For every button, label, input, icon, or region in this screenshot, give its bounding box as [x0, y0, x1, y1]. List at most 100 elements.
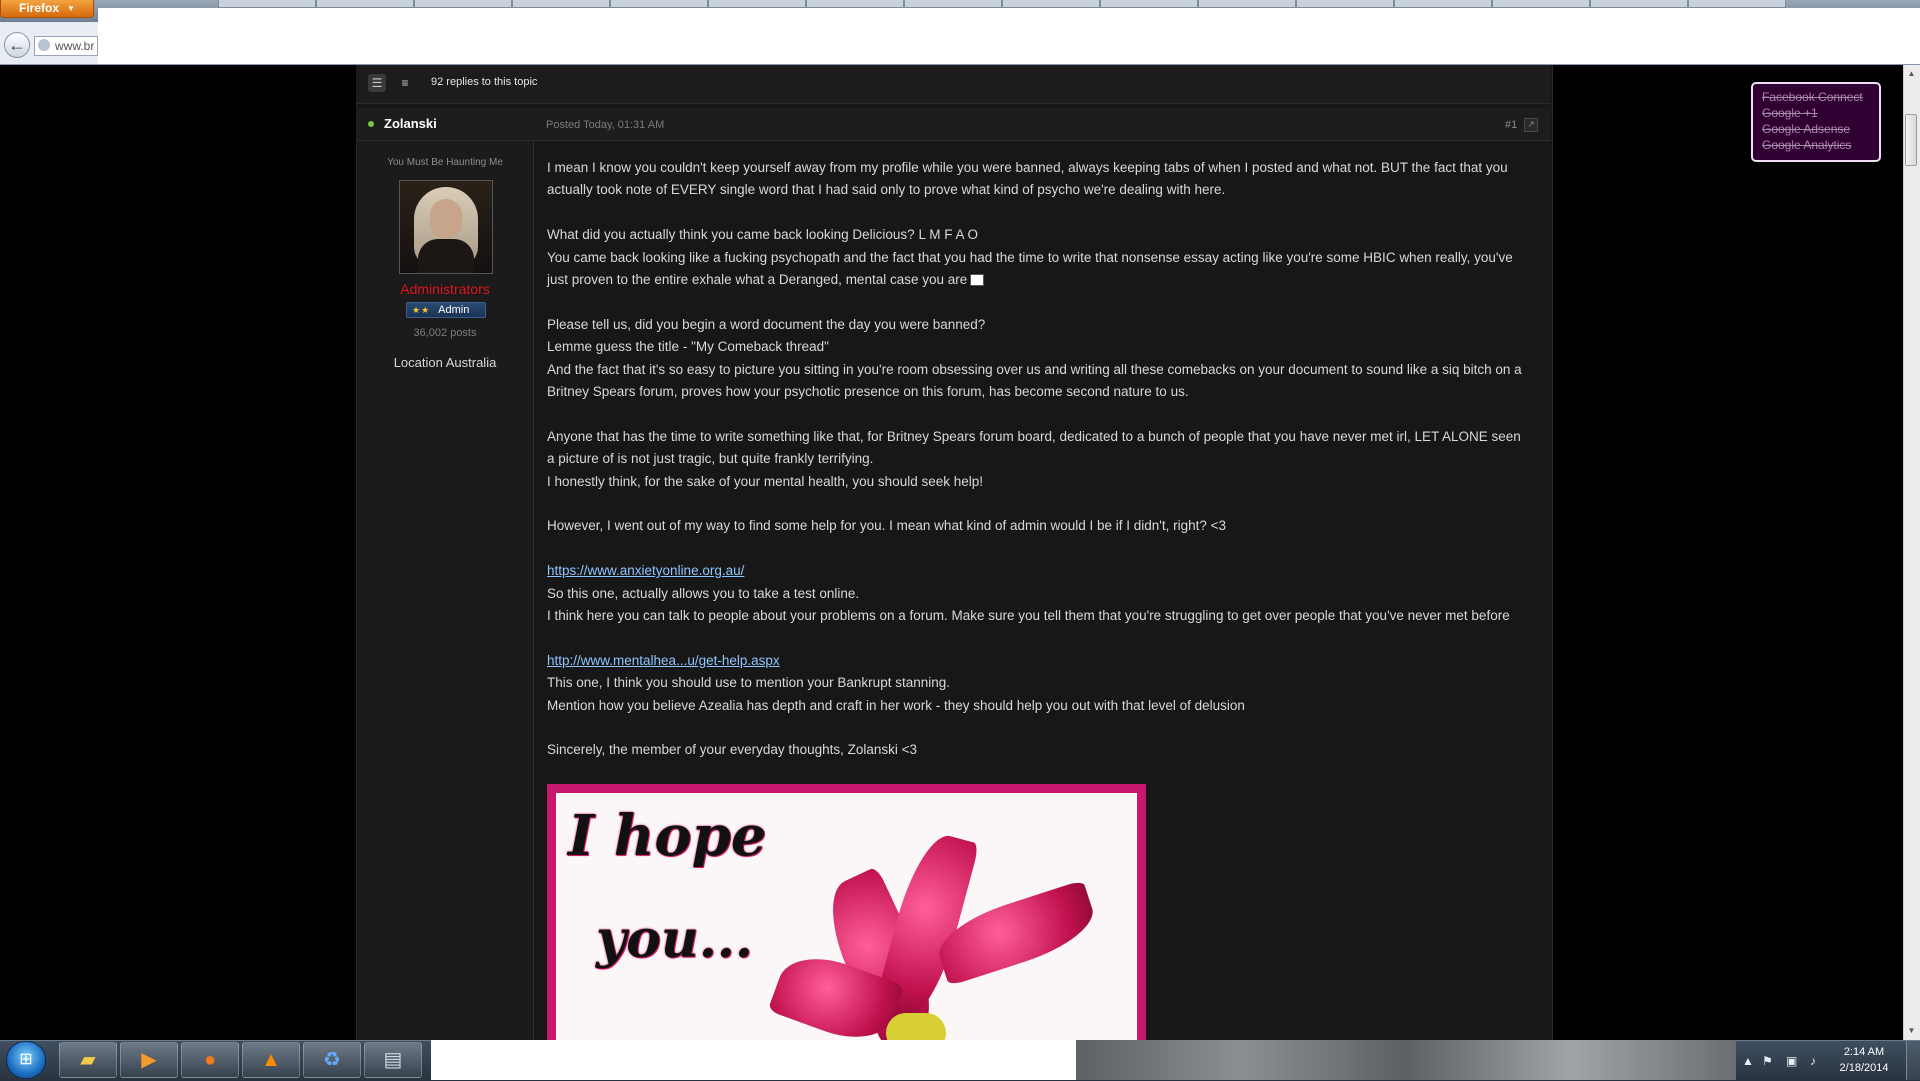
star-icon: ★★: [412, 305, 431, 315]
threaded-view-icon[interactable]: ☰: [368, 74, 386, 92]
blocked-tracker-item[interactable]: Facebook Connect: [1762, 89, 1879, 105]
browser-tab[interactable]: [1100, 0, 1198, 8]
online-status-icon: [368, 121, 374, 127]
post-body: I mean I know you couldn't keep yourself…: [547, 157, 1527, 762]
back-arrow-icon: ←: [8, 35, 26, 55]
scrollbar-thumb[interactable]: [1905, 114, 1917, 166]
taskbar-background-image: [1076, 1040, 1736, 1080]
browser-tab[interactable]: [1688, 0, 1786, 8]
vlc-cone-icon: ▲: [261, 1049, 281, 1071]
post-paragraph: http://www.mentalhea...u/get-help.aspx: [547, 650, 1527, 672]
member-title: You Must Be Haunting Me: [387, 157, 503, 168]
browser-tab[interactable]: [316, 0, 414, 8]
scroll-down-icon[interactable]: ▼: [1904, 1022, 1919, 1039]
post-header: [356, 108, 1551, 141]
overlay-white-region: [98, 8, 1920, 64]
tray-overflow-icon[interactable]: ▲: [1742, 1054, 1754, 1068]
post-paragraph: This one, I think you should use to ment…: [547, 675, 950, 691]
post-timestamp: Posted Today, 01:31 AM: [546, 119, 665, 131]
firefox-menu-button[interactable]: Firefox ▼: [0, 0, 94, 18]
start-button[interactable]: ⊞: [6, 1041, 46, 1079]
post-paragraph: Sincerely, the member of your everyday t…: [547, 742, 918, 758]
post-paragraph: You came back looking like a fucking psy…: [547, 247, 1527, 292]
taskbar-app[interactable]: ▤: [364, 1042, 422, 1078]
post-count: 36,002 posts: [413, 327, 477, 339]
windows-logo-icon: ⊞: [19, 1051, 33, 1068]
volume-icon[interactable]: ♪: [1810, 1054, 1816, 1068]
admin-badge: ★★ Admin: [406, 302, 486, 318]
avatar[interactable]: [399, 180, 493, 274]
recycle-icon: ♻: [323, 1049, 341, 1071]
show-desktop-button[interactable]: [1906, 1041, 1920, 1080]
browser-tab[interactable]: [414, 0, 512, 8]
taskbar-firefox[interactable]: ●: [181, 1042, 239, 1078]
taskbar-file-explorer[interactable]: ▰: [59, 1042, 117, 1078]
post-paragraph: https://www.anxietyonline.org.au/: [547, 560, 1527, 582]
taskbar-vlc[interactable]: ▲: [242, 1042, 300, 1078]
post-paragraph: Lemme guess the title - "My Comeback thr…: [547, 339, 829, 355]
scroll-up-icon[interactable]: ▲: [1904, 65, 1919, 82]
sidebar-divider: [533, 141, 534, 1040]
firefox-menu-label: Firefox: [19, 1, 60, 15]
network-icon[interactable]: ▣: [1786, 1054, 1797, 1068]
media-player-icon: ▶: [141, 1049, 157, 1071]
author-sidebar: [358, 141, 532, 1040]
browser-tab[interactable]: [1590, 0, 1688, 8]
post-paragraph: I mean I know you couldn't keep yourself…: [547, 160, 1508, 198]
post-author-link[interactable]: Zolanski: [384, 116, 437, 131]
post-paragraph: What did you actually think you came bac…: [547, 227, 978, 243]
browser-tab[interactable]: [610, 0, 708, 8]
browser-tab[interactable]: [904, 0, 1002, 8]
badge-label: Admin: [438, 304, 470, 316]
mental-health-link[interactable]: http://www.mentalhea...u/get-help.aspx: [547, 653, 780, 668]
taskbar-media-player[interactable]: ▶: [120, 1042, 178, 1078]
blocked-tracker-item[interactable]: Google Analytics: [1762, 137, 1879, 153]
url-text: www.br: [55, 39, 95, 53]
post-paragraph: Mention how you believe Azealia has dept…: [547, 697, 1245, 713]
tracker-blocker-panel[interactable]: Facebook Connect Google +1 Google Adsens…: [1751, 82, 1881, 162]
blocked-tracker-item[interactable]: Google Adsense: [1762, 121, 1879, 137]
browser-tab[interactable]: [512, 0, 610, 8]
browser-tab[interactable]: [806, 0, 904, 8]
reply-count: 92 replies to this topic: [431, 76, 538, 88]
linear-view-icon[interactable]: ≡: [396, 74, 414, 92]
browser-tab[interactable]: [1492, 0, 1590, 8]
clock-date[interactable]: 2/18/2014: [1830, 1062, 1898, 1074]
site-identity-icon[interactable]: [38, 39, 50, 51]
post-paragraph: So this one, actually allows you to take…: [547, 585, 860, 601]
vertical-scrollbar[interactable]: [1903, 65, 1920, 1040]
blocked-tracker-item[interactable]: Google +1: [1762, 105, 1879, 121]
post-paragraph: Please tell us, did you begin a word doc…: [547, 316, 986, 332]
share-icon[interactable]: ↗: [1524, 118, 1538, 132]
taskbar-obscured-region: [431, 1040, 1076, 1080]
post-image: I hope you...: [547, 784, 1146, 1040]
post-number-link[interactable]: #1: [1505, 119, 1517, 131]
image-text-line1: I hope: [568, 803, 767, 869]
anxiety-online-link[interactable]: https://www.anxietyonline.org.au/: [547, 563, 744, 578]
back-button[interactable]: ←: [4, 32, 30, 58]
browser-tab[interactable]: [1394, 0, 1492, 8]
post-paragraph: And the fact that it's so easy to pictur…: [547, 361, 1522, 400]
chevron-down-icon: ▼: [67, 4, 75, 14]
emoticon-icon: [970, 274, 985, 287]
post-text: You came back looking like a fucking psy…: [547, 249, 1513, 288]
post-paragraph: I honestly think, for the sake of your m…: [547, 473, 984, 489]
member-location: Location Australia: [393, 355, 497, 370]
browser-tab[interactable]: [1198, 0, 1296, 8]
browser-tab[interactable]: [708, 0, 806, 8]
folder-icon: ▰: [80, 1049, 96, 1071]
post-paragraph: However, I went out of my way to find so…: [547, 518, 1227, 534]
flower-center: [886, 1013, 946, 1040]
clock-time[interactable]: 2:14 AM: [1830, 1046, 1898, 1058]
firefox-icon: ●: [203, 1049, 217, 1071]
post-paragraph: I think here you can talk to people abou…: [547, 608, 1510, 624]
action-center-flag-icon[interactable]: ⚑: [1762, 1054, 1773, 1068]
app-icon: ▤: [383, 1049, 403, 1071]
browser-tab[interactable]: [1002, 0, 1100, 8]
image-text-line2: you...: [596, 909, 754, 970]
browser-tab[interactable]: [1296, 0, 1394, 8]
browser-tab[interactable]: [218, 0, 316, 8]
member-group: Administrators: [400, 281, 490, 297]
taskbar-recycle[interactable]: ♻: [303, 1042, 361, 1078]
post-paragraph: Anyone that has the time to write someth…: [547, 428, 1521, 467]
